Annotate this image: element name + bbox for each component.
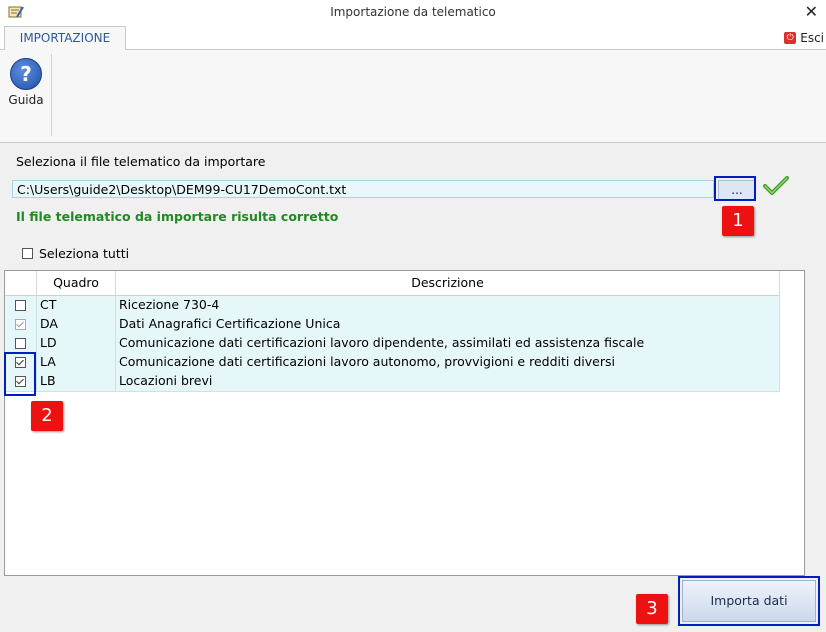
row-quadro: DA bbox=[37, 315, 116, 334]
ribbon-panel: ? Guida bbox=[0, 50, 826, 143]
header-quadro[interactable]: Quadro bbox=[37, 271, 116, 295]
select-all-checkbox[interactable] bbox=[22, 248, 33, 259]
annotation-badge-3: 3 bbox=[636, 594, 668, 624]
row-checkbox[interactable] bbox=[15, 300, 26, 311]
help-button[interactable]: ? Guida bbox=[6, 58, 46, 107]
row-descrizione: Comunicazione dati certificazioni lavoro… bbox=[116, 353, 780, 372]
highlight-checkboxes bbox=[4, 352, 36, 396]
close-icon[interactable]: ✕ bbox=[805, 2, 818, 21]
select-all[interactable]: Seleziona tutti bbox=[22, 246, 129, 261]
row-quadro: LA bbox=[37, 353, 116, 372]
row-quadro: LD bbox=[37, 334, 116, 353]
select-all-label: Seleziona tutti bbox=[39, 246, 130, 261]
window-title: Importazione da telematico bbox=[330, 5, 496, 19]
ribbon-tabs: IMPORTAZIONE ⏻ Esci bbox=[0, 26, 826, 50]
ribbon-separator bbox=[51, 54, 52, 136]
row-checkbox bbox=[15, 319, 26, 330]
row-descrizione: Comunicazione dati certificazioni lavoro… bbox=[116, 334, 780, 353]
quadri-table: Quadro Descrizione CT Ricezione 730-4 DA… bbox=[4, 270, 805, 576]
table-row[interactable]: LB Locazioni brevi bbox=[5, 372, 780, 392]
tab-importazione[interactable]: IMPORTAZIONE bbox=[4, 26, 126, 50]
table-row[interactable]: LD Comunicazione dati certificazioni lav… bbox=[5, 334, 780, 354]
exit-label: Esci bbox=[800, 31, 824, 45]
row-descrizione: Locazioni brevi bbox=[116, 372, 780, 391]
file-status-message: Il file telematico da importare risulta … bbox=[16, 209, 339, 224]
highlight-import bbox=[678, 576, 820, 626]
header-check bbox=[5, 271, 37, 295]
table-header: Quadro Descrizione bbox=[5, 271, 780, 296]
highlight-browse bbox=[714, 176, 756, 201]
help-icon: ? bbox=[10, 58, 42, 90]
checkmark-icon bbox=[763, 176, 789, 195]
title-bar: Importazione da telematico ✕ bbox=[0, 0, 826, 26]
row-quadro: CT bbox=[37, 296, 116, 315]
exit-button[interactable]: ⏻ Esci bbox=[784, 29, 824, 47]
annotation-badge-2: 2 bbox=[31, 401, 63, 431]
help-label: Guida bbox=[8, 93, 44, 107]
table-row[interactable]: CT Ricezione 730-4 bbox=[5, 296, 780, 316]
row-descrizione: Dati Anagrafici Certificazione Unica bbox=[116, 315, 780, 334]
power-icon: ⏻ bbox=[784, 32, 797, 44]
row-quadro: LB bbox=[37, 372, 116, 391]
row-checkbox[interactable] bbox=[15, 338, 26, 349]
row-descrizione: Ricezione 730-4 bbox=[116, 296, 780, 315]
header-descrizione[interactable]: Descrizione bbox=[116, 271, 780, 295]
file-select-label: Seleziona il file telematico da importar… bbox=[16, 154, 266, 169]
table-row[interactable]: LA Comunicazione dati certificazioni lav… bbox=[5, 353, 780, 373]
file-path-input[interactable]: C:\Users\guide2\Desktop\DEM99-CU17DemoCo… bbox=[12, 180, 714, 198]
table-row[interactable]: DA Dati Anagrafici Certificazione Unica bbox=[5, 315, 780, 335]
annotation-badge-1: 1 bbox=[722, 206, 754, 236]
